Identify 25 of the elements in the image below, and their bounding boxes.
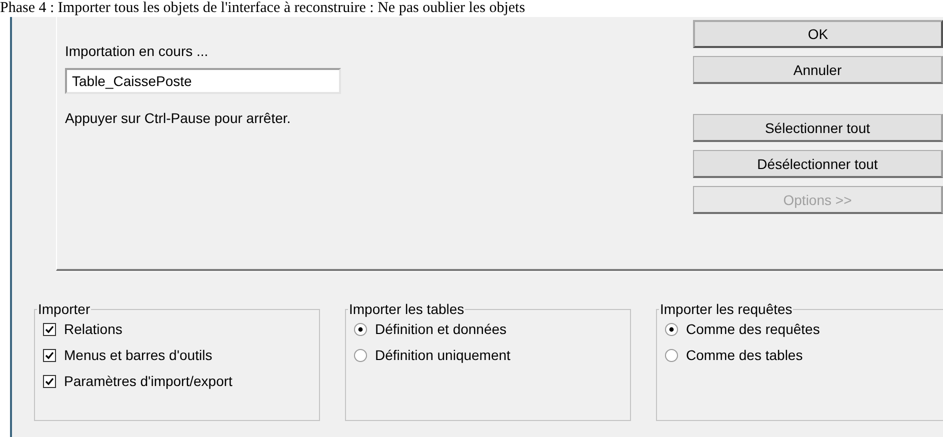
option-label: Relations (64, 321, 122, 337)
group-title: Importer les tables (348, 301, 466, 317)
option-label: Définition et données (375, 321, 507, 337)
hint-text: Appuyer sur Ctrl-Pause pour arrêter. (65, 110, 292, 126)
group-title: Importer les requêtes (659, 301, 794, 317)
instruction-text: Phase 4 : Importer tous les objets de l'interface à reconstruire : Ne pas oublier les objets (0, 0, 526, 17)
object-name-field[interactable]: Table_CaissePoste (65, 68, 341, 94)
radio-button[interactable] (354, 322, 367, 336)
group-title: Importer (37, 301, 92, 317)
radio-button[interactable] (665, 348, 678, 362)
dialog-button[interactable]: Désélectionner tout (693, 150, 943, 178)
option-label: Comme des requêtes (686, 321, 820, 337)
checkbox[interactable] (43, 374, 56, 388)
dialog-button[interactable]: OK (693, 20, 943, 48)
status-label: Importation en cours ... (65, 43, 210, 61)
checkbox[interactable] (43, 322, 56, 336)
option-label: Paramètres d'import/export (64, 373, 232, 389)
checkbox[interactable] (43, 348, 56, 362)
option-label: Définition uniquement (375, 347, 510, 363)
radio-button[interactable] (354, 348, 367, 362)
dialog-button[interactable]: Sélectionner tout (693, 114, 943, 142)
dialog-button[interactable]: Annuler (693, 56, 943, 84)
option-label: Menus et barres d'outils (64, 347, 212, 363)
option-label: Comme des tables (686, 347, 803, 363)
radio-button[interactable] (665, 322, 678, 336)
